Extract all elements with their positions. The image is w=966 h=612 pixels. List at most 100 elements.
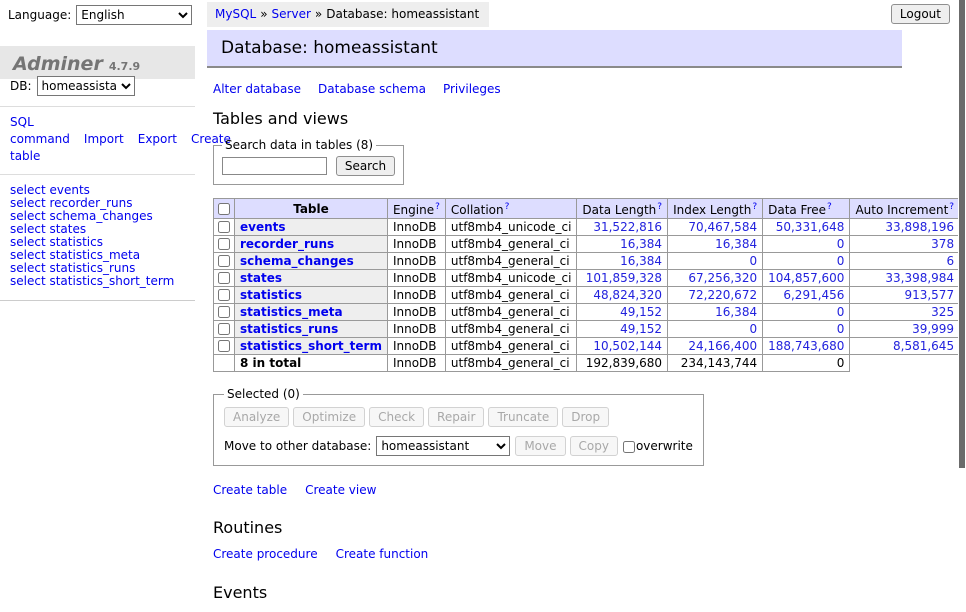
breadcrumb-link-mysql[interactable]: MySQL: [215, 7, 256, 21]
breadcrumb: MySQL»Server»Database: homeassistant: [207, 2, 489, 27]
routine-link[interactable]: Create procedure: [213, 547, 318, 561]
select-all-checkbox[interactable]: [218, 203, 230, 215]
table-name-link[interactable]: recorder_runs: [240, 237, 334, 251]
row-checkbox[interactable]: [218, 289, 230, 301]
row-checkbox[interactable]: [218, 323, 230, 335]
selected-fieldset: Selected (0) AnalyzeOptimizeCheckRepairT…: [213, 387, 704, 466]
move-button[interactable]: Move: [515, 436, 565, 456]
analyze-button[interactable]: Analyze: [224, 407, 289, 427]
table-name-link[interactable]: statistics: [240, 288, 302, 302]
table-name-cell: statistics_short_term: [235, 338, 388, 355]
column-header-data-free: Data Free?: [763, 199, 850, 219]
data-free-cell: 188,743,680: [763, 338, 850, 355]
table-name-link[interactable]: events: [240, 220, 286, 234]
auto-increment-cell: 33,398,984: [850, 270, 960, 287]
repair-button[interactable]: Repair: [428, 407, 484, 427]
table-name-cell: states: [235, 270, 388, 287]
auto-increment-cell: 378: [850, 236, 960, 253]
total-collation-cell: utf8mb4_general_ci: [445, 355, 577, 372]
collation-cell: utf8mb4_general_ci: [445, 287, 577, 304]
breadcrumb-link-server[interactable]: Server: [272, 7, 311, 21]
row-checkbox[interactable]: [218, 238, 230, 250]
optimize-button[interactable]: Optimize: [293, 407, 365, 427]
data-free-cell: 0: [763, 304, 850, 321]
table-name-link[interactable]: schema_changes: [240, 254, 354, 268]
total-index-length-cell: 234,143,744: [668, 355, 763, 372]
row-checkbox[interactable]: [218, 340, 230, 352]
page-title: Database: homeassistant: [207, 30, 902, 68]
db-action-link[interactable]: Database schema: [318, 82, 426, 96]
check-button[interactable]: Check: [369, 407, 424, 427]
move-database-select[interactable]: homeassistant: [376, 436, 510, 456]
sidebar-action-link[interactable]: Export: [138, 132, 177, 146]
db-action-link[interactable]: Privileges: [443, 82, 501, 96]
table-row: statistics_metaInnoDButf8mb4_general_ci4…: [214, 304, 966, 321]
truncate-button[interactable]: Truncate: [488, 407, 558, 427]
vertical-scrollbar[interactable]: [958, 0, 966, 543]
row-checkbox[interactable]: [218, 272, 230, 284]
total-data-length-cell: 192,839,680: [577, 355, 668, 372]
table-name-cell: statistics: [235, 287, 388, 304]
row-select-cell: [214, 304, 235, 321]
db-action-link[interactable]: Alter database: [213, 82, 301, 96]
data-length-cell: 10,502,144: [577, 338, 668, 355]
engine-cell: InnoDB: [387, 304, 445, 321]
table-name-link[interactable]: statistics_runs: [240, 322, 338, 336]
auto-increment-cell: 6: [850, 253, 960, 270]
language-select[interactable]: English: [76, 5, 192, 25]
help-link[interactable]: ?: [827, 202, 832, 212]
scrollbar-thumb[interactable]: [959, 0, 965, 468]
overwrite-checkbox[interactable]: [623, 441, 635, 453]
help-link[interactable]: ?: [435, 202, 440, 212]
sidebar-select-link[interactable]: select statistics_short_term: [10, 275, 185, 288]
column-header-data-length: Data Length?: [577, 199, 668, 219]
sidebar-action-link[interactable]: SQL command: [10, 115, 70, 146]
search-button[interactable]: Search: [336, 156, 395, 176]
table-name-link[interactable]: states: [240, 271, 282, 285]
help-link[interactable]: ?: [949, 202, 954, 212]
table-name-link[interactable]: statistics_short_term: [240, 339, 382, 353]
collation-cell: utf8mb4_general_ci: [445, 321, 577, 338]
create-link[interactable]: Create view: [305, 483, 376, 497]
row-checkbox[interactable]: [218, 255, 230, 267]
row-select-cell: [214, 287, 235, 304]
total-data-free-cell: 0: [763, 355, 850, 372]
main-content: Alter databaseDatabase schemaPrivileges …: [213, 82, 958, 612]
engine-cell: InnoDB: [387, 253, 445, 270]
index-length-cell: 16,384: [668, 236, 763, 253]
logout-button[interactable]: Logout: [891, 4, 950, 24]
row-checkbox[interactable]: [218, 221, 230, 233]
engine-cell: InnoDB: [387, 321, 445, 338]
routine-link[interactable]: Create function: [336, 547, 429, 561]
help-link[interactable]: ?: [505, 202, 510, 212]
drop-button[interactable]: Drop: [562, 407, 609, 427]
total-label: 8 in total: [235, 355, 388, 372]
index-length-cell: 67,256,320: [668, 270, 763, 287]
table-row: statesInnoDButf8mb4_unicode_ci101,859,32…: [214, 270, 966, 287]
row-select-cell: [214, 253, 235, 270]
help-link[interactable]: ?: [657, 202, 662, 212]
data-length-cell: 49,152: [577, 304, 668, 321]
table-select-links: select eventsselect recorder_runsselect …: [0, 175, 195, 301]
selected-legend: Selected (0): [224, 387, 303, 401]
sidebar: DB:homeassistant SQL commandImportExport…: [0, 70, 195, 301]
help-link[interactable]: ?: [752, 202, 757, 212]
sidebar-action-link[interactable]: Import: [84, 132, 124, 146]
create-link[interactable]: Create table: [213, 483, 287, 497]
header-select-cell: [214, 199, 235, 219]
column-header-collation: Collation?: [445, 199, 577, 219]
db-select[interactable]: homeassistant: [37, 76, 135, 96]
index-length-cell: 0: [668, 253, 763, 270]
search-input[interactable]: [222, 157, 327, 175]
data-free-cell: 50,331,648: [763, 219, 850, 236]
selected-buttons: AnalyzeOptimizeCheckRepairTruncateDrop: [224, 407, 693, 427]
row-checkbox[interactable]: [218, 306, 230, 318]
column-header-table: Table: [235, 199, 388, 219]
index-length-cell: 72,220,672: [668, 287, 763, 304]
search-fieldset: Search data in tables (8) Search: [213, 138, 404, 185]
table-name-link[interactable]: statistics_meta: [240, 305, 343, 319]
collation-cell: utf8mb4_general_ci: [445, 338, 577, 355]
data-length-cell: 31,522,816: [577, 219, 668, 236]
copy-button[interactable]: Copy: [570, 436, 618, 456]
data-length-cell: 16,384: [577, 253, 668, 270]
